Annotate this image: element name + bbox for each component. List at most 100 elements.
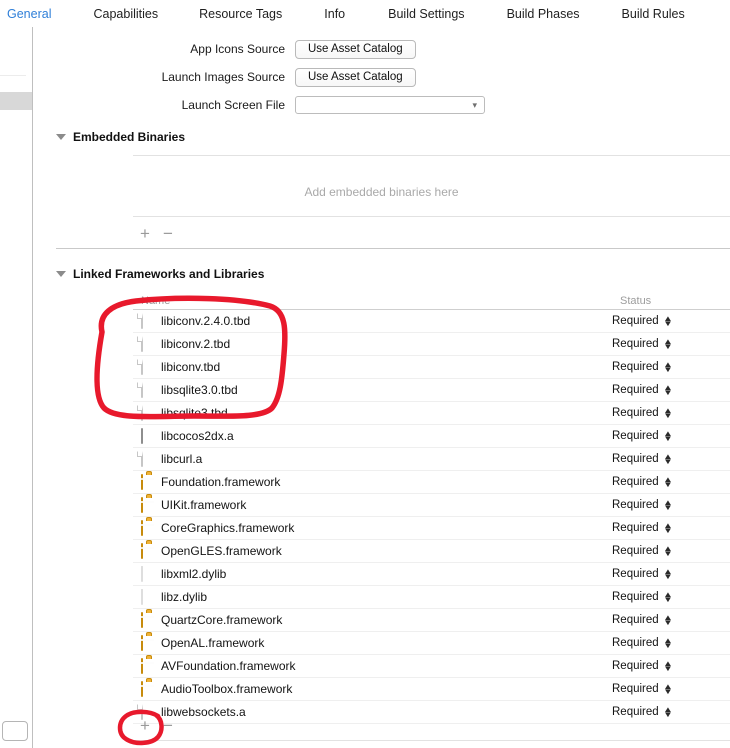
framework-icon-glyph bbox=[141, 473, 143, 490]
status-stepper-icon[interactable]: ▲ ▼ bbox=[663, 706, 673, 719]
framework-icon bbox=[141, 680, 154, 697]
status-stepper-icon[interactable]: ▲ ▼ bbox=[663, 499, 673, 512]
row-status-cell[interactable]: Required ▲ ▼ bbox=[608, 453, 718, 466]
project-navigator-rail[interactable] bbox=[0, 27, 33, 748]
linked-frameworks-header[interactable]: Linked Frameworks and Libraries bbox=[56, 267, 264, 281]
row-status-cell[interactable]: Required ▲ ▼ bbox=[608, 499, 718, 512]
table-row[interactable]: AVFoundation.framework Required ▲ ▼ bbox=[133, 655, 730, 678]
status-stepper-icon[interactable]: ▲ ▼ bbox=[663, 637, 673, 650]
linked-frameworks-add-button[interactable]: + bbox=[140, 717, 150, 734]
linked-frameworks-remove-button[interactable]: − bbox=[163, 717, 173, 734]
rail-filter-field[interactable] bbox=[2, 721, 28, 741]
document-icon bbox=[141, 381, 154, 398]
row-status-cell[interactable]: Required ▲ ▼ bbox=[608, 430, 718, 443]
tab-build-phases[interactable]: Build Phases bbox=[505, 7, 582, 21]
embedded-binaries-actions: + − bbox=[140, 225, 173, 242]
status-stepper-icon[interactable]: ▲ ▼ bbox=[663, 591, 673, 604]
table-row[interactable]: libcurl.a Required ▲ ▼ bbox=[133, 448, 730, 471]
row-name-label: QuartzCore.framework bbox=[161, 613, 283, 627]
row-name-cell: OpenAL.framework bbox=[133, 634, 608, 651]
tab-build-rules[interactable]: Build Rules bbox=[620, 7, 687, 21]
linked-frameworks-title: Linked Frameworks and Libraries bbox=[73, 267, 265, 281]
table-row[interactable]: QuartzCore.framework Required ▲ ▼ bbox=[133, 609, 730, 632]
launch-images-use-asset-catalog-button[interactable]: Use Asset Catalog bbox=[295, 67, 416, 87]
tab-build-settings[interactable]: Build Settings bbox=[386, 7, 466, 21]
row-status-label: Required bbox=[612, 614, 659, 626]
row-name-label: libiconv.2.tbd bbox=[161, 337, 231, 351]
row-name-label: libwebsockets.a bbox=[161, 705, 246, 719]
table-row[interactable]: libiconv.2.tbd Required ▲ ▼ bbox=[133, 333, 730, 356]
table-row[interactable]: CoreGraphics.framework Required ▲ ▼ bbox=[133, 517, 730, 540]
status-stepper-icon[interactable]: ▲ ▼ bbox=[663, 407, 673, 420]
table-row[interactable]: libz.dylib Required ▲ ▼ bbox=[133, 586, 730, 609]
row-status-cell[interactable]: Required ▲ ▼ bbox=[608, 683, 718, 696]
table-row[interactable]: OpenAL.framework Required ▲ ▼ bbox=[133, 632, 730, 655]
row-status-label: Required bbox=[612, 476, 659, 488]
framework-icon-glyph bbox=[141, 657, 143, 674]
row-status-cell[interactable]: Required ▲ ▼ bbox=[608, 407, 718, 420]
row-name-cell: AVFoundation.framework bbox=[133, 657, 608, 674]
row-status-label: Required bbox=[612, 499, 659, 511]
launch-screen-file-select[interactable]: ▾ bbox=[295, 96, 485, 114]
row-status-cell[interactable]: Required ▲ ▼ bbox=[608, 660, 718, 673]
table-row[interactable]: OpenGLES.framework Required ▲ ▼ bbox=[133, 540, 730, 563]
row-status-cell[interactable]: Required ▲ ▼ bbox=[608, 614, 718, 627]
status-stepper-icon[interactable]: ▲ ▼ bbox=[663, 361, 673, 374]
tab-info[interactable]: Info bbox=[322, 7, 347, 21]
status-stepper-icon[interactable]: ▲ ▼ bbox=[663, 545, 673, 558]
row-status-cell[interactable]: Required ▲ ▼ bbox=[608, 522, 718, 535]
row-status-cell[interactable]: Required ▲ ▼ bbox=[608, 338, 718, 351]
disclosure-triangle-icon[interactable] bbox=[56, 134, 66, 140]
row-status-cell[interactable]: Required ▲ ▼ bbox=[608, 706, 718, 719]
rail-selected-item[interactable] bbox=[0, 92, 32, 110]
table-row[interactable]: libiconv.tbd Required ▲ ▼ bbox=[133, 356, 730, 379]
row-status-cell[interactable]: Required ▲ ▼ bbox=[608, 361, 718, 374]
row-status-cell[interactable]: Required ▲ ▼ bbox=[608, 476, 718, 489]
status-stepper-icon[interactable]: ▲ ▼ bbox=[663, 338, 673, 351]
table-row[interactable]: libcocos2dx.a Required ▲ ▼ bbox=[133, 425, 730, 448]
table-row[interactable]: libsqlite3.tbd Required ▲ ▼ bbox=[133, 402, 730, 425]
status-stepper-icon[interactable]: ▲ ▼ bbox=[663, 384, 673, 397]
row-status-cell[interactable]: Required ▲ ▼ bbox=[608, 568, 718, 581]
status-stepper-icon[interactable]: ▲ ▼ bbox=[663, 568, 673, 581]
status-stepper-icon[interactable]: ▲ ▼ bbox=[663, 522, 673, 535]
table-row[interactable]: libiconv.2.4.0.tbd Required ▲ ▼ bbox=[133, 310, 730, 333]
row-status-cell[interactable]: Required ▲ ▼ bbox=[608, 315, 718, 328]
row-status-cell[interactable]: Required ▲ ▼ bbox=[608, 545, 718, 558]
dylib-icon-glyph bbox=[141, 565, 143, 582]
tab-general[interactable]: General bbox=[5, 7, 53, 21]
column-header-status[interactable]: Status bbox=[616, 295, 730, 307]
table-row[interactable]: libxml2.dylib Required ▲ ▼ bbox=[133, 563, 730, 586]
table-row[interactable]: Foundation.framework Required ▲ ▼ bbox=[133, 471, 730, 494]
app-icons-source-label: App Icons Source bbox=[190, 42, 285, 56]
status-stepper-icon[interactable]: ▲ ▼ bbox=[663, 683, 673, 696]
document-icon bbox=[141, 335, 154, 352]
row-name-cell: libiconv.2.tbd bbox=[133, 335, 608, 352]
row-status-cell[interactable]: Required ▲ ▼ bbox=[608, 591, 718, 604]
framework-icon-glyph bbox=[141, 496, 143, 513]
status-stepper-icon[interactable]: ▲ ▼ bbox=[663, 660, 673, 673]
status-stepper-icon[interactable]: ▲ ▼ bbox=[663, 476, 673, 489]
table-row[interactable]: libsqlite3.0.tbd Required ▲ ▼ bbox=[133, 379, 730, 402]
table-row[interactable]: libwebsockets.a Required ▲ ▼ bbox=[133, 701, 730, 724]
status-stepper-icon[interactable]: ▲ ▼ bbox=[663, 315, 673, 328]
disclosure-triangle-icon[interactable] bbox=[56, 271, 66, 277]
tab-resource-tags[interactable]: Resource Tags bbox=[197, 7, 284, 21]
framework-icon bbox=[141, 473, 154, 490]
table-row[interactable]: AudioToolbox.framework Required ▲ ▼ bbox=[133, 678, 730, 701]
table-row[interactable]: UIKit.framework Required ▲ ▼ bbox=[133, 494, 730, 517]
status-stepper-icon[interactable]: ▲ ▼ bbox=[663, 430, 673, 443]
status-stepper-icon[interactable]: ▲ ▼ bbox=[663, 453, 673, 466]
column-header-name[interactable]: Name bbox=[133, 295, 616, 307]
row-status-cell[interactable]: Required ▲ ▼ bbox=[608, 384, 718, 397]
status-stepper-icon[interactable]: ▲ ▼ bbox=[663, 614, 673, 627]
embedded-binaries-add-button[interactable]: + bbox=[140, 225, 150, 242]
framework-icon-glyph bbox=[141, 611, 143, 628]
embedded-binaries-remove-button[interactable]: − bbox=[163, 225, 173, 242]
row-status-cell[interactable]: Required ▲ ▼ bbox=[608, 637, 718, 650]
tab-capabilities[interactable]: Capabilities bbox=[91, 7, 160, 21]
row-status-label: Required bbox=[612, 407, 659, 419]
app-icons-use-asset-catalog-button[interactable]: Use Asset Catalog bbox=[295, 39, 416, 59]
row-status-label: Required bbox=[612, 591, 659, 603]
embedded-binaries-header[interactable]: Embedded Binaries bbox=[56, 130, 185, 144]
